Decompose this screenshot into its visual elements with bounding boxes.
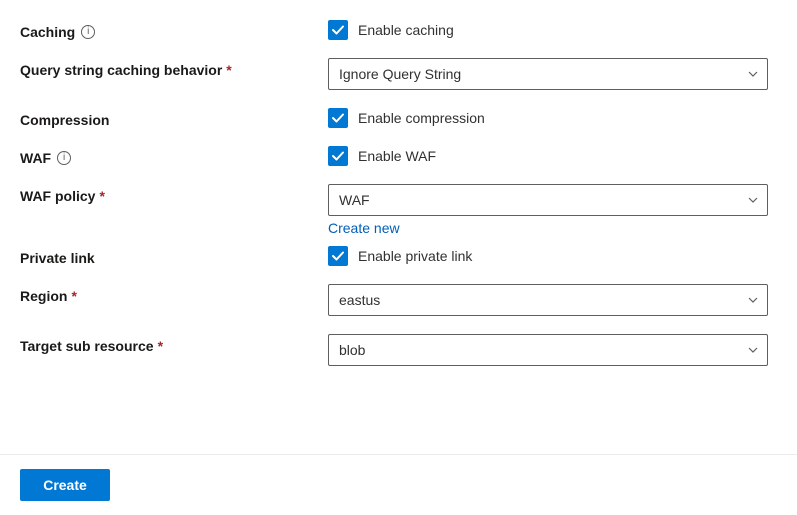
info-icon[interactable]: i [57,151,71,165]
create-button[interactable]: Create [20,469,110,501]
region-value: eastus [339,292,380,308]
waf-policy-value: WAF [339,192,370,208]
footer-bar: Create [0,454,797,515]
waf-label-text: WAF [20,150,51,166]
caching-checkbox[interactable] [328,20,348,40]
query-string-label-text: Query string caching behavior [20,62,222,78]
target-sub-label-text: Target sub resource [20,338,154,354]
waf-checkbox-label: Enable WAF [358,148,436,164]
region-dropdown[interactable]: eastus [328,284,768,316]
compression-label-text: Compression [20,112,109,128]
info-icon[interactable]: i [81,25,95,39]
chevron-down-icon [747,344,759,356]
chevron-down-icon [747,68,759,80]
chevron-down-icon [747,294,759,306]
chevron-down-icon [747,194,759,206]
private-link-checkbox[interactable] [328,246,348,266]
compression-label: Compression [20,108,328,128]
query-string-value: Ignore Query String [339,66,461,82]
caching-label: Caching i [20,20,328,40]
waf-policy-label-text: WAF policy [20,188,95,204]
create-new-link[interactable]: Create new [328,220,400,236]
required-asterisk: * [158,338,163,354]
required-asterisk: * [99,188,104,204]
target-sub-value: blob [339,342,365,358]
waf-policy-label: WAF policy * [20,184,328,204]
region-label: Region * [20,284,328,304]
compression-checkbox-label: Enable compression [358,110,485,126]
private-link-label-text: Private link [20,250,95,266]
private-link-label: Private link [20,246,328,266]
waf-checkbox[interactable] [328,146,348,166]
compression-checkbox[interactable] [328,108,348,128]
required-asterisk: * [226,62,231,78]
private-link-checkbox-label: Enable private link [358,248,472,264]
required-asterisk: * [71,288,76,304]
query-string-dropdown[interactable]: Ignore Query String [328,58,768,90]
waf-label: WAF i [20,146,328,166]
caching-label-text: Caching [20,24,75,40]
region-label-text: Region [20,288,67,304]
target-sub-label: Target sub resource * [20,334,328,354]
caching-checkbox-label: Enable caching [358,22,454,38]
query-string-label: Query string caching behavior * [20,58,328,78]
target-sub-dropdown[interactable]: blob [328,334,768,366]
waf-policy-dropdown[interactable]: WAF [328,184,768,216]
